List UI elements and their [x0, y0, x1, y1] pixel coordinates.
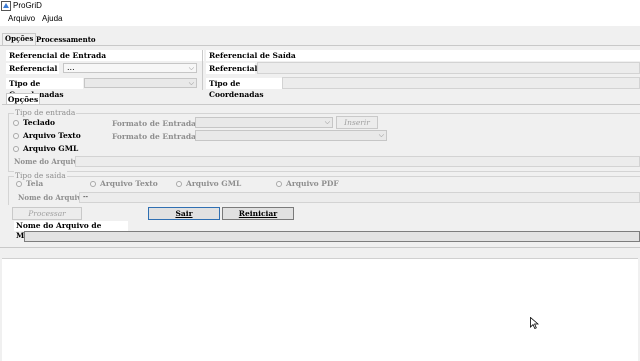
- tab-divider: [0, 45, 640, 46]
- output-ref-label: Referencial: [206, 63, 257, 74]
- message-file-label: Nome do Arquivo de Mensagem: [14, 221, 128, 240]
- chevron-down-icon: ⌵: [378, 131, 384, 139]
- radio-teclado-label: Teclado: [23, 118, 56, 127]
- radio-arquivo-texto-label: Arquivo Texto: [23, 131, 81, 140]
- tab-processamento[interactable]: Processamento: [34, 35, 98, 45]
- output-ref-field[interactable]: [257, 62, 640, 74]
- output-ref-header: Referencial de Saída: [206, 50, 640, 61]
- radio-out-arquivo-gml[interactable]: [176, 181, 182, 187]
- input-ref-value: ...: [67, 63, 75, 72]
- input-format-combo-2[interactable]: ⌵: [195, 130, 387, 141]
- input-format-combo-1[interactable]: ⌵: [195, 117, 333, 128]
- radio-out-arquivo-texto[interactable]: [90, 181, 96, 187]
- input-format-label-1: Formato de Entrada: [112, 119, 196, 128]
- app-icon: [1, 1, 11, 11]
- process-button[interactable]: Processar: [12, 207, 82, 220]
- radio-arquivo-texto[interactable]: [13, 133, 19, 139]
- radio-tela-label: Tela: [26, 179, 44, 188]
- radio-arquivo-gml-label: Arquivo GML: [23, 144, 79, 153]
- chevron-down-icon: ⌵: [324, 118, 330, 126]
- output-file-name-label: Nome do Arquivo: [18, 193, 86, 202]
- radio-arquivo-gml[interactable]: [13, 146, 19, 152]
- radio-out-arquivo-pdf[interactable]: [276, 181, 282, 187]
- input-format-label-2: Formato de Entrada: [112, 132, 196, 141]
- radio-teclado[interactable]: [13, 120, 19, 126]
- input-type-legend: Tipo de entrada: [14, 108, 77, 117]
- input-file-name-field[interactable]: [75, 156, 640, 167]
- output-file-name-field[interactable]: --: [79, 192, 640, 203]
- input-ref-combo[interactable]: ... ⌵: [63, 63, 197, 73]
- inner-tab-divider: [2, 104, 640, 105]
- radio-tela[interactable]: [16, 181, 22, 187]
- radio-out-arquivo-pdf-label: Arquivo PDF: [286, 179, 339, 188]
- radio-out-arquivo-gml-label: Arquivo GML: [186, 179, 242, 188]
- column-divider: [202, 50, 203, 90]
- input-ref-label: Referencial: [6, 63, 59, 74]
- menu-ajuda[interactable]: Ajuda: [42, 14, 62, 23]
- output-coord-label: Tipo de Coordenadas: [206, 78, 283, 99]
- window-title: ProGriD: [13, 1, 42, 10]
- bottom-divider: [0, 247, 640, 248]
- menu-arquivo[interactable]: Arquivo: [8, 14, 35, 23]
- insert-button[interactable]: Inserir: [336, 116, 378, 129]
- radio-out-arquivo-texto-label: Arquivo Texto: [100, 179, 158, 188]
- chevron-down-icon: ⌵: [188, 79, 194, 87]
- title-bar: ProGriD: [0, 0, 640, 12]
- restart-button[interactable]: Reiniciar: [222, 207, 294, 220]
- input-coord-label: Tipo de Coordenadas: [6, 78, 83, 99]
- menu-bar: Arquivo Ajuda: [0, 12, 640, 26]
- output-file-name-value: --: [83, 192, 89, 201]
- input-file-name-label: Nome do Arquivo: [14, 157, 82, 166]
- mouse-cursor-icon: [530, 317, 539, 329]
- input-coord-combo[interactable]: ⌵: [84, 78, 197, 88]
- chevron-down-icon: ⌵: [188, 64, 194, 72]
- message-file-field[interactable]: [24, 231, 640, 242]
- output-coord-field[interactable]: [282, 77, 640, 89]
- exit-button[interactable]: Sair: [148, 207, 220, 220]
- message-output-area[interactable]: [2, 258, 638, 361]
- input-ref-header: Referencial de Entrada: [6, 50, 204, 61]
